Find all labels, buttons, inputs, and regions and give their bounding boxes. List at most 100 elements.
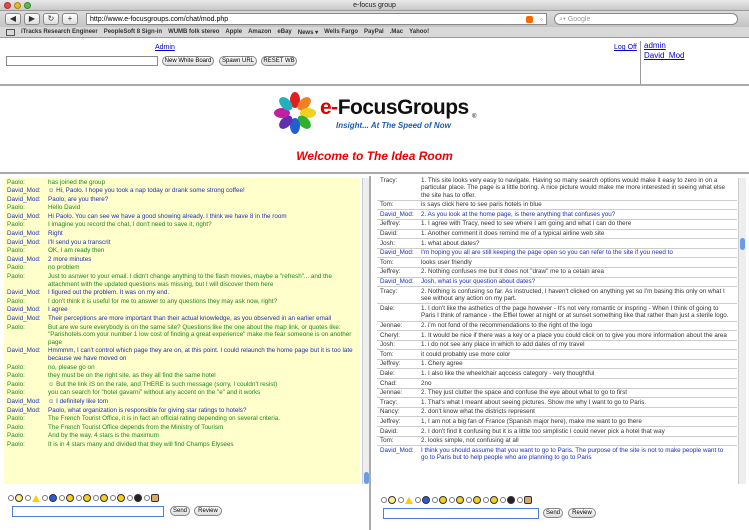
emoticon-option[interactable]	[8, 494, 23, 502]
chat-text: 2. Nothing is confusing so far. As instr…	[421, 287, 725, 303]
emoticon-radio[interactable]	[144, 495, 150, 501]
chat-text: 2. don't know what the districts represe…	[421, 408, 535, 416]
warning-icon	[405, 496, 413, 504]
emoticon-option[interactable]	[483, 496, 498, 504]
chat-text: It is in 4 stars many and divided that t…	[48, 440, 234, 448]
scroll-thumb[interactable]	[740, 238, 745, 250]
send-button[interactable]: Send	[543, 508, 563, 518]
minimize-window-icon[interactable]	[14, 2, 21, 9]
chat-speaker: Paolo:	[7, 440, 25, 448]
emoticon-radio[interactable]	[93, 495, 99, 501]
frown-icon	[439, 496, 447, 504]
participant-chat-scrollbar[interactable]	[738, 178, 746, 484]
review-button[interactable]: Review	[568, 508, 596, 518]
bookmark-item[interactable]: Apple	[225, 29, 242, 35]
user-link[interactable]: admin	[644, 41, 749, 51]
address-bar[interactable]: http://www.e-focusgroups.com/chat/mod.ph…	[86, 13, 547, 25]
moderator-chat-scrollbar[interactable]	[362, 178, 369, 484]
bookmark-item[interactable]: .Mac	[390, 29, 403, 35]
emoticon-radio[interactable]	[8, 495, 14, 501]
brand-logo-text: e-FocusGroups	[320, 96, 469, 119]
emoticon-option[interactable]	[432, 496, 447, 504]
chat-speaker: Paolo:	[7, 204, 25, 212]
send-button[interactable]: Send	[170, 506, 190, 516]
emoticon-option[interactable]	[517, 496, 532, 504]
zoom-window-icon[interactable]	[24, 2, 31, 9]
back-button[interactable]: ◀	[5, 13, 21, 25]
emoticon-radio[interactable]	[500, 497, 506, 503]
participant-message-input[interactable]	[383, 508, 539, 519]
chat-speaker: David_Mod:	[7, 195, 41, 203]
emoticon-option[interactable]	[398, 496, 413, 504]
emoticon-radio[interactable]	[398, 497, 404, 503]
review-button[interactable]: Review	[194, 506, 222, 516]
registered-mark: ®	[472, 114, 477, 120]
emoticon-option[interactable]	[110, 494, 125, 502]
chat-speaker: Jennae:	[380, 322, 403, 329]
emoticon-radio[interactable]	[76, 495, 82, 501]
user-link[interactable]: David_Mod	[644, 51, 749, 61]
scroll-thumb[interactable]	[364, 472, 369, 484]
emoticon-radio[interactable]	[110, 495, 116, 501]
emoticon-option[interactable]	[466, 496, 481, 504]
bookmark-item[interactable]: News ▾	[298, 29, 318, 36]
emoticon-option[interactable]	[42, 494, 57, 502]
reload-button[interactable]: ↻	[43, 13, 59, 25]
moderator-message-input[interactable]	[12, 506, 164, 517]
google-search-input[interactable]: ⌕▾ Google	[554, 13, 738, 25]
emoticon-radio[interactable]	[415, 497, 421, 503]
chat-speaker: Jeffrey:	[380, 268, 401, 276]
emoticon-radio[interactable]	[59, 495, 65, 501]
emoticon-option[interactable]	[127, 494, 142, 502]
reader-icon[interactable]: ◦	[540, 14, 543, 25]
emoticon-radio[interactable]	[127, 495, 133, 501]
url-push-input[interactable]	[6, 56, 158, 66]
emoticon-radio[interactable]	[483, 497, 489, 503]
emoticon-radio[interactable]	[42, 495, 48, 501]
emoticon-option[interactable]	[144, 494, 159, 502]
emoticon-option[interactable]	[93, 494, 108, 502]
bookmark-item[interactable]: iTracks Research Engineer	[21, 29, 98, 35]
emoticon-option[interactable]	[59, 494, 74, 502]
moderator-chat-log[interactable]: Paolo: has joined the group David_Mod: ☺ Hi…	[4, 178, 360, 484]
emoticon-option[interactable]	[25, 494, 40, 502]
admin-link[interactable]: Admin	[155, 44, 175, 51]
chat-speaker: Jennae:	[380, 389, 403, 397]
chat-speaker: Chad:	[380, 379, 397, 387]
emoticon-option[interactable]	[76, 494, 91, 502]
emoticon-option[interactable]	[500, 496, 515, 504]
chat-text: I don't think it is useful for me to ans…	[48, 297, 278, 305]
bookmark-item[interactable]: PayPal	[364, 29, 384, 35]
logoff-link[interactable]: Log Off	[614, 44, 637, 51]
thumbs-up-icon	[151, 494, 159, 502]
bookmark-item[interactable]: eBay	[277, 29, 291, 35]
emoticon-radio[interactable]	[466, 497, 472, 503]
reset-wb-button[interactable]: RESET WB	[261, 56, 297, 66]
emoticon-radio[interactable]	[449, 497, 455, 503]
chat-text: 1. It would be nice if there was a key o…	[421, 331, 727, 339]
bookmark-item[interactable]: Yahoo!	[409, 29, 429, 35]
emoticon-radio[interactable]	[432, 497, 438, 503]
emoticon-radio[interactable]	[517, 497, 523, 503]
rss-icon[interactable]	[526, 16, 533, 23]
close-window-icon[interactable]	[4, 2, 11, 9]
emoticon-radio[interactable]	[381, 497, 387, 503]
chat-speaker: David_Mod:	[380, 446, 414, 454]
new-whiteboard-button[interactable]: New White Board	[162, 56, 214, 66]
emoticon-option[interactable]	[449, 496, 464, 504]
bookmark-item[interactable]: Wells Fargo	[324, 29, 358, 35]
forward-button[interactable]: ▶	[24, 13, 40, 25]
bookmark-item[interactable]: Amazon	[248, 29, 271, 35]
chat-message: David_Mod: Paolo, what organization is re…	[4, 406, 360, 415]
add-bookmark-button[interactable]: +	[62, 13, 78, 25]
emoticon-option[interactable]	[415, 496, 430, 504]
participant-chat-log[interactable]: Tracy: 1. This site looks very easy to na…	[377, 176, 737, 484]
spawn-url-button[interactable]: Spawn URL	[219, 56, 257, 66]
chat-message: Paolo: The French Tourist Office, it is i…	[4, 415, 360, 424]
bookmark-item[interactable]: WUMB folk stereo	[168, 29, 219, 35]
chat-text: Right	[48, 230, 63, 238]
bookmark-item[interactable]: PeopleSoft 8 Sign-in	[104, 29, 162, 35]
emoticon-option[interactable]	[381, 496, 396, 504]
emoticon-radio[interactable]	[25, 495, 31, 501]
bookmarks-book-icon[interactable]	[6, 28, 15, 36]
